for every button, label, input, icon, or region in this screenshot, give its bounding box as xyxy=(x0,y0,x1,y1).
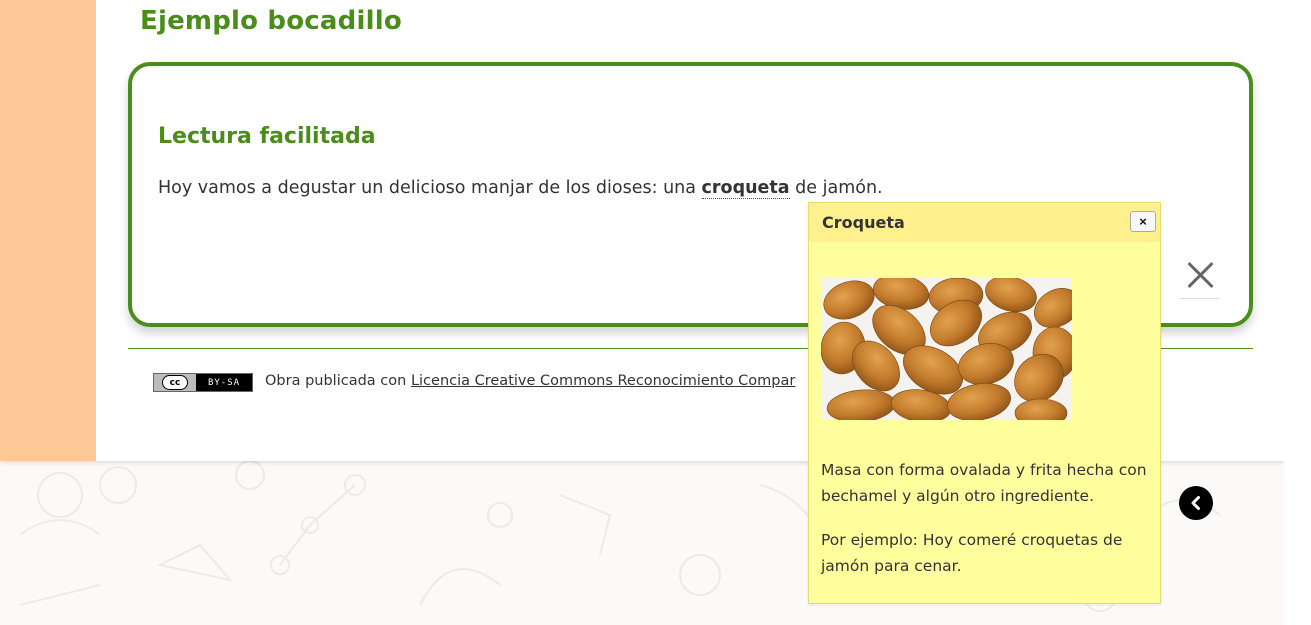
left-color-band xyxy=(0,0,96,461)
popup-definition: Masa con forma ovalada y frita hecha con… xyxy=(821,461,1147,505)
page-title: Ejemplo bocadillo xyxy=(140,6,402,36)
croqueta-image xyxy=(821,278,1072,420)
card-heading: Lectura facilitada xyxy=(158,124,376,149)
card-text-before: Hoy vamos a degustar un delicioso manjar… xyxy=(158,178,702,198)
popup-header: Croqueta × xyxy=(809,203,1160,242)
cc-logo-icon: cc xyxy=(162,375,188,390)
glossary-term-croqueta[interactable]: croqueta xyxy=(701,178,790,199)
glossary-popup: Croqueta × Masa con forma ovalada y frit… xyxy=(808,202,1161,604)
license-link[interactable]: Licencia Creative Commons Reconocimiento… xyxy=(411,373,795,389)
right-strip xyxy=(1284,0,1311,625)
card-text-after: de jamón. xyxy=(789,178,883,198)
close-underline xyxy=(1179,298,1219,299)
popup-example: Por ejemplo: Hoy comeré croquetas de jam… xyxy=(821,531,1123,575)
license-text: Obra publicada con Licencia Creative Com… xyxy=(265,373,795,389)
chevron-left-icon[interactable] xyxy=(1179,486,1213,520)
popup-title: Croqueta xyxy=(822,213,905,232)
card-text: Hoy vamos a degustar un delicioso manjar… xyxy=(158,178,883,199)
cc-license-badge[interactable]: cc BY-SA xyxy=(153,373,253,392)
close-icon[interactable] xyxy=(1179,254,1223,298)
cc-badge-left: cc xyxy=(154,374,196,391)
license-prefix: Obra publicada con xyxy=(265,373,411,389)
popup-close-button[interactable]: × xyxy=(1130,211,1156,232)
cc-badge-by-sa: BY-SA xyxy=(207,377,241,388)
